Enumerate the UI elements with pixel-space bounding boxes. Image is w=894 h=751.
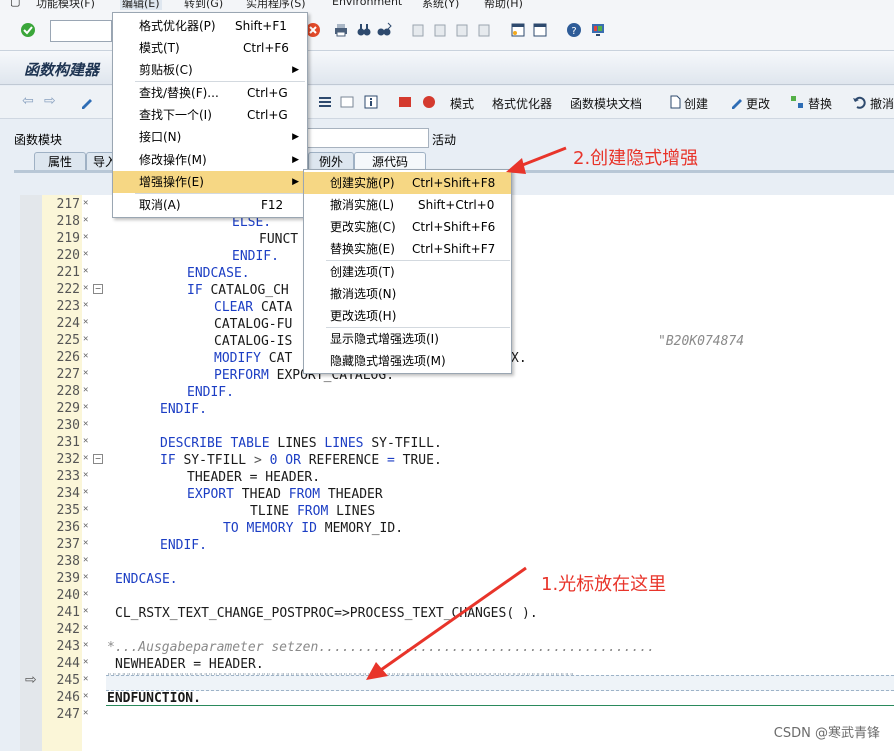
fold-toggle-icon[interactable]: − bbox=[93, 454, 103, 464]
annotation-step2: 2.创建隐式增强 bbox=[573, 148, 699, 169]
annotation-step1: 1.光标放在这里 bbox=[541, 574, 667, 595]
annotation-arrows bbox=[366, 146, 567, 680]
annotation-arrowhead-2 bbox=[506, 158, 526, 174]
annotation-arrowhead-1 bbox=[366, 662, 388, 680]
fold-toggle-icon[interactable]: − bbox=[93, 284, 103, 294]
annotation-arrow-1 bbox=[377, 566, 527, 674]
watermark: CSDN @寒武青锋 bbox=[773, 726, 880, 741]
annotation-arrow-2 bbox=[519, 146, 567, 168]
